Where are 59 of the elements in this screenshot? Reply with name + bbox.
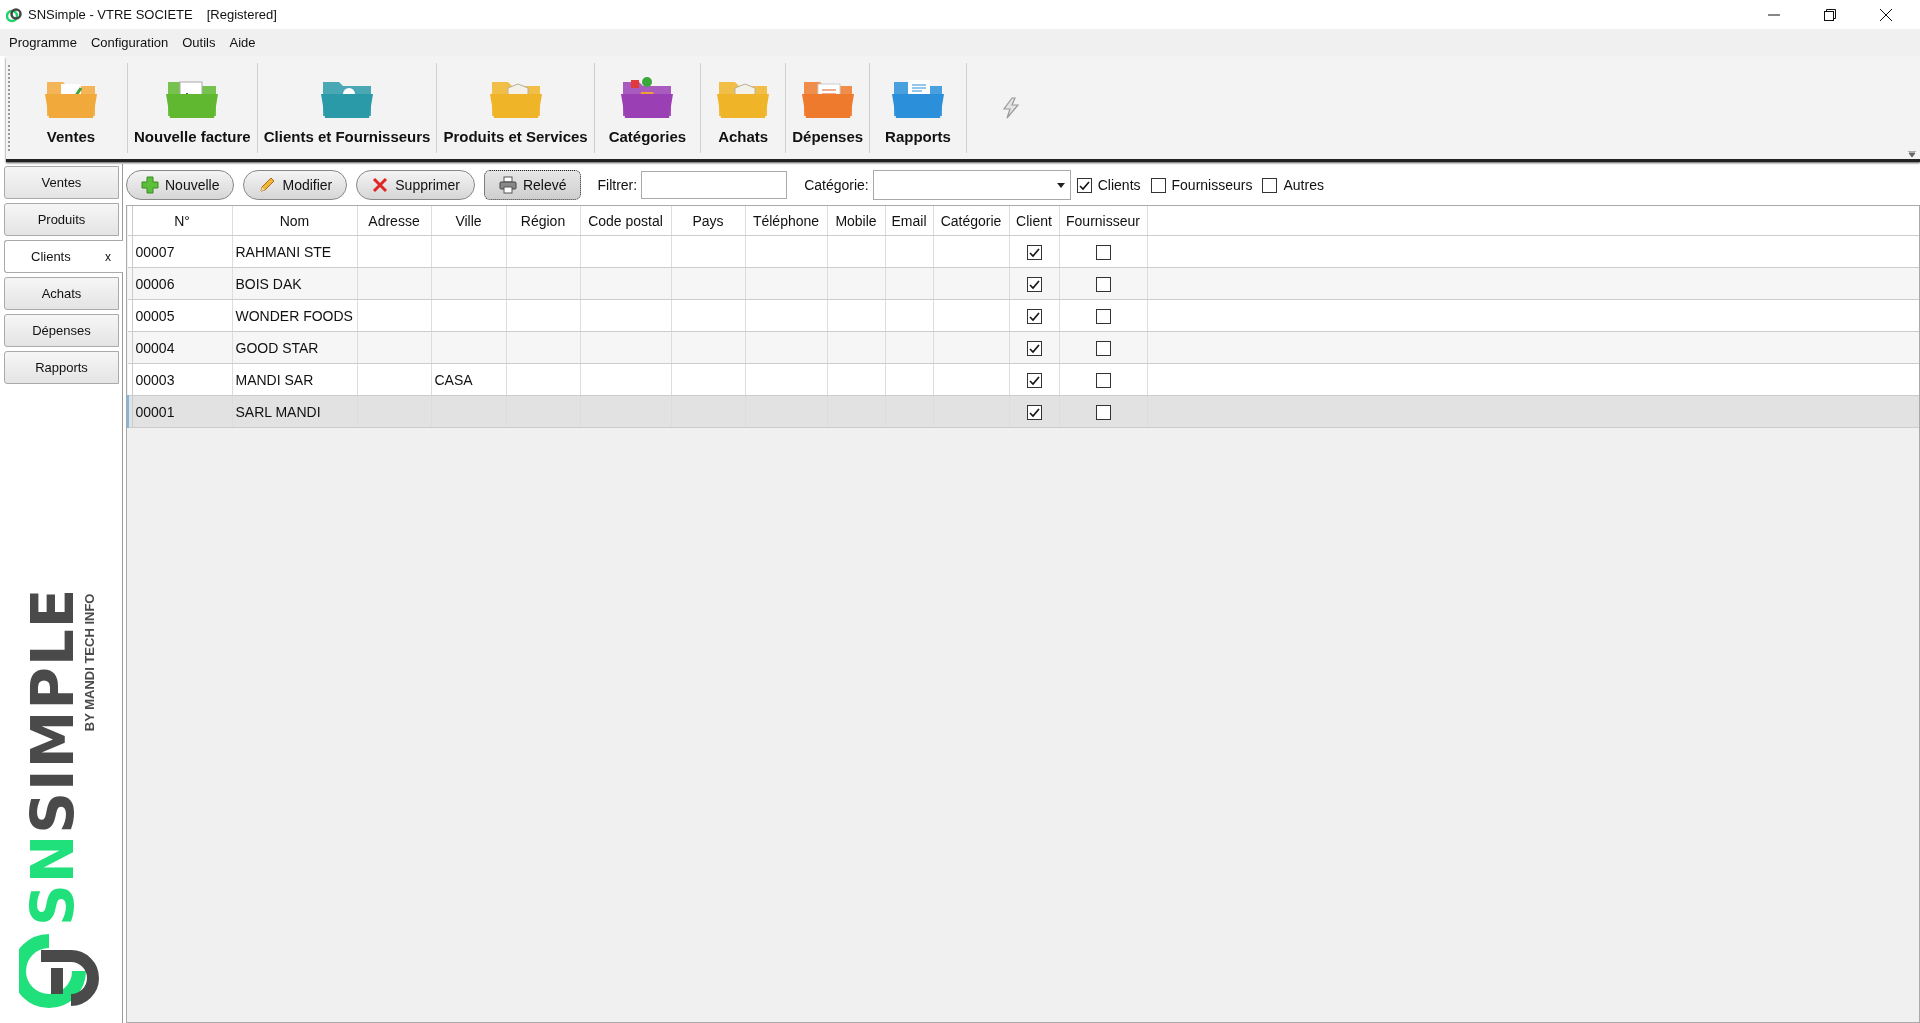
toolbar-action-button[interactable]: Relevé [483, 170, 582, 200]
toolbar-action-button[interactable]: Nouvelle [126, 170, 235, 200]
toolbar-button[interactable]: Dépenses [786, 63, 871, 153]
side-tab[interactable]: Achats [4, 277, 119, 310]
logo-tagline: BY MANDI TECH INFO [81, 593, 97, 732]
table-cell: 00001 [135, 403, 175, 420]
table-cell: 00003 [135, 371, 175, 388]
toolbar-button[interactable]: Achats [701, 63, 787, 153]
menu-item[interactable]: Configuration [83, 33, 176, 52]
toolbar-button[interactable]: Nouvelle facture [128, 63, 258, 153]
toolbar-button[interactable]: Clients et Fournisseurs [257, 63, 438, 153]
table-cell: CASA [434, 371, 473, 388]
filter-label: Filtrer: [597, 177, 638, 193]
side-tab-label[interactable]: Clients [31, 249, 71, 264]
table-cell: 00004 [135, 339, 175, 356]
logo-text: SNSIMPLE [23, 587, 82, 926]
column-header[interactable]: Région [506, 206, 580, 236]
toolbar-action-button[interactable]: Modifier [243, 170, 348, 200]
table-cell: 00007 [135, 243, 175, 260]
tab-close-button[interactable]: x [105, 249, 111, 264]
column-header[interactable]: Email [885, 206, 933, 236]
table-cell: GOOD STAR [235, 339, 319, 356]
registration-status: [Registered] [206, 7, 277, 22]
checkbox-label[interactable]: Fournisseurs [1171, 177, 1253, 193]
column-header[interactable]: Client [1009, 206, 1059, 236]
menu-item[interactable]: Aide [222, 33, 263, 52]
column-header[interactable]: Fournisseur [1059, 206, 1147, 236]
menu-item[interactable]: Programme [2, 33, 84, 52]
table-cell: 00005 [135, 307, 175, 324]
menu-item[interactable]: Outils [175, 33, 223, 52]
side-tab[interactable]: Dépenses [4, 314, 119, 347]
column-header[interactable]: Mobile [827, 206, 885, 236]
category-label: Catégorie: [804, 177, 869, 193]
table-cell: 00006 [135, 275, 175, 292]
table-cell: RAHMANI STE [235, 243, 332, 260]
column-header[interactable]: Téléphone [745, 206, 827, 236]
table-cell: BOIS DAK [235, 275, 302, 292]
side-tab[interactable]: Ventes [4, 166, 119, 199]
table-cell: SARL MANDI [235, 403, 321, 420]
column-header[interactable]: Code postal [580, 206, 671, 236]
column-header[interactable]: N° [132, 206, 232, 236]
side-tab[interactable]: Rapports [4, 351, 119, 384]
table-cell: MANDI SAR [235, 371, 314, 388]
toolbar-action-button[interactable]: Supprimer [356, 170, 475, 200]
table-cell: WONDER FOODS [235, 307, 353, 324]
toolbar-button[interactable]: Ventes [15, 63, 128, 153]
column-header[interactable]: Catégorie [933, 206, 1009, 236]
column-header[interactable]: Pays [671, 206, 745, 236]
window-title: SNSimple - VTRE SOCIETE [28, 7, 193, 22]
toolbar-button[interactable]: Catégories [594, 63, 702, 153]
toolbar-button[interactable]: Rapports [870, 63, 967, 153]
side-tab[interactable]: Clients x [4, 240, 123, 273]
side-tab[interactable]: Produits [4, 203, 119, 236]
checkbox-label[interactable]: Autres [1283, 177, 1324, 193]
column-header[interactable]: Nom [232, 206, 357, 236]
column-header[interactable]: Ville [431, 206, 506, 236]
column-header[interactable]: Adresse [357, 206, 431, 236]
checkbox-label[interactable]: Clients [1097, 177, 1141, 193]
toolbar-button[interactable]: Produits et Services [437, 63, 595, 153]
